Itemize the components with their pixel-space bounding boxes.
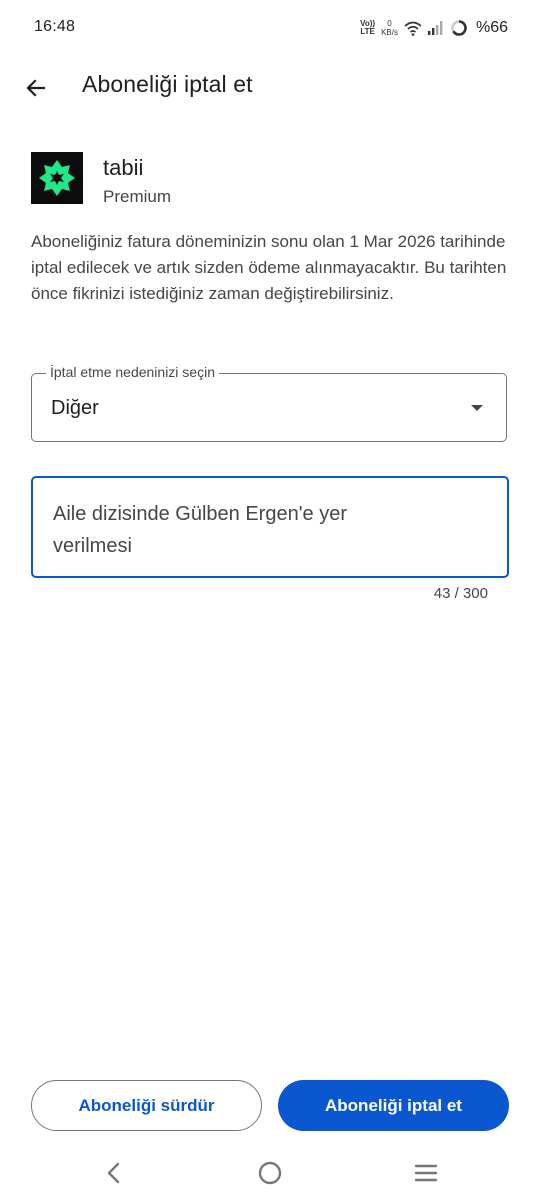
home-nav-icon: [258, 1161, 282, 1185]
cancel-reason-value: Diğer: [51, 397, 99, 419]
data-speed: 0 KB/s: [381, 19, 398, 37]
back-nav-icon: [107, 1162, 120, 1184]
battery-percent: %66: [475, 19, 508, 36]
cancellation-description: Aboneliğiniz fatura döneminizin sonu ola…: [31, 232, 507, 303]
dropdown-arrow-icon: [471, 405, 483, 411]
lte-label: LTE: [360, 27, 375, 36]
cancel-reason-text-field[interactable]: Aile dizisinde Gülben Ergen'e yer verilm…: [31, 476, 509, 578]
nav-recents-button[interactable]: [408, 1158, 444, 1188]
recents-menu-icon: [414, 1164, 438, 1182]
battery-ring-icon: [451, 20, 467, 36]
system-nav-bar: [0, 1148, 540, 1200]
app-bar: Aboneliği iptal et: [0, 56, 540, 120]
keep-subscription-button[interactable]: Aboneliği sürdür: [31, 1080, 262, 1131]
volte-icon: Vo)) LTE: [360, 20, 375, 36]
data-speed-value: 0: [387, 19, 392, 28]
app-plan: Premium: [103, 187, 172, 206]
cancel-reason-select[interactable]: İptal etme nedeninizi seçin Diğer: [31, 364, 507, 442]
back-button[interactable]: [20, 72, 52, 104]
cancel-reason-label: İptal etme nedeninizi seçin: [46, 364, 219, 380]
cancel-subscription-button[interactable]: Aboneliği iptal et: [278, 1080, 509, 1131]
status-bar: 16:48 Vo)) LTE 0 KB/s %66: [0, 0, 540, 56]
character-counter: 43 / 300: [433, 585, 488, 602]
wifi-icon: [404, 21, 422, 36]
app-name: tabii: [103, 155, 144, 180]
tabii-logo-icon: [39, 160, 75, 196]
status-icons: Vo)) LTE 0 KB/s %66: [360, 16, 508, 40]
data-speed-unit: KB/s: [381, 28, 398, 37]
nav-back-button[interactable]: [96, 1158, 132, 1188]
app-logo: [31, 152, 83, 204]
page-title: Aboneliği iptal et: [82, 71, 253, 97]
nav-home-button[interactable]: [252, 1158, 288, 1188]
arrow-back-icon: [26, 79, 46, 97]
signal-icon: [427, 21, 443, 35]
status-time: 16:48: [34, 18, 76, 35]
cancel-reason-text-value: Aile dizisinde Gülben Ergen'e yer verilm…: [53, 503, 347, 557]
